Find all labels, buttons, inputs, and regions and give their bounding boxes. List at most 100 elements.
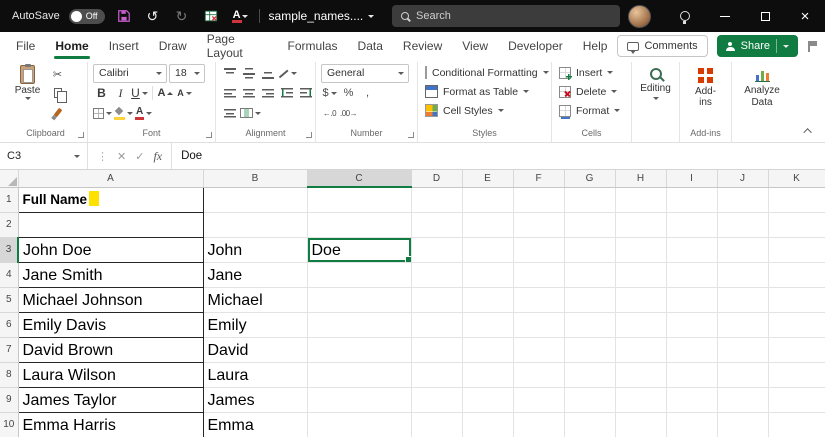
cell[interactable]	[615, 362, 667, 388]
cell[interactable]	[666, 387, 718, 413]
cell-a1[interactable]: Full Name	[17, 186, 204, 213]
cell[interactable]	[564, 337, 616, 363]
cut-button[interactable]: ✂	[49, 65, 66, 83]
fill-color-button[interactable]	[114, 104, 133, 122]
row-header-3-selected[interactable]: 3	[0, 237, 19, 263]
cell[interactable]	[462, 337, 514, 363]
cell-a5[interactable]: Michael Johnson	[17, 286, 204, 313]
insert-function-button[interactable]: fx	[153, 149, 162, 164]
name-box[interactable]: C3	[0, 143, 88, 169]
paste-button[interactable]: Paste	[9, 63, 46, 121]
analyze-data-button[interactable]: Analyze Data	[737, 63, 787, 108]
increase-font-button[interactable]: A	[157, 84, 174, 102]
col-header-i[interactable]: I	[666, 170, 718, 188]
cell[interactable]	[564, 187, 616, 213]
cell-a6[interactable]: Emily Davis	[17, 311, 204, 338]
redo-button[interactable]: ↻	[172, 5, 192, 27]
number-format-combo[interactable]: General	[321, 63, 409, 83]
cell[interactable]	[615, 312, 667, 338]
cell[interactable]	[513, 287, 565, 313]
cell[interactable]	[513, 312, 565, 338]
font-name-combo[interactable]: Calibri	[93, 63, 167, 83]
cell-a9[interactable]: James Taylor	[17, 386, 204, 413]
cell[interactable]	[666, 262, 718, 288]
align-middle-button[interactable]	[240, 64, 257, 82]
cell[interactable]	[666, 237, 718, 263]
cell[interactable]	[564, 387, 616, 413]
conditional-formatting-button[interactable]: Conditional Formatting	[423, 63, 549, 82]
cell[interactable]	[462, 362, 514, 388]
comma-style-button[interactable]: ,	[359, 84, 376, 102]
tab-home[interactable]: Home	[45, 33, 98, 60]
align-right-button[interactable]	[259, 84, 276, 102]
cell[interactable]	[564, 262, 616, 288]
cell[interactable]	[307, 187, 412, 213]
col-header-j[interactable]: J	[717, 170, 769, 188]
row-header[interactable]: 6	[0, 312, 19, 338]
cell[interactable]	[307, 312, 412, 338]
align-left-button[interactable]	[221, 84, 238, 102]
tab-view[interactable]: View	[452, 33, 498, 60]
col-header-h[interactable]: H	[615, 170, 667, 188]
cell[interactable]	[411, 212, 463, 238]
editing-button[interactable]: Editing	[637, 63, 674, 100]
col-header-b[interactable]: B	[203, 170, 308, 188]
cell[interactable]	[411, 337, 463, 363]
megaphone-icon[interactable]	[807, 40, 817, 52]
cell[interactable]	[564, 212, 616, 238]
minimize-button[interactable]	[705, 0, 745, 32]
addins-button[interactable]: Add-ins	[685, 63, 726, 108]
clipboard-dialog-launcher[interactable]	[78, 132, 84, 138]
align-bottom-button[interactable]	[259, 64, 276, 82]
cell-a2[interactable]	[17, 211, 204, 238]
row-header[interactable]: 1	[0, 187, 19, 213]
cell-a7[interactable]: David Brown	[17, 336, 204, 363]
cell[interactable]	[768, 412, 825, 437]
cell[interactable]	[615, 187, 667, 213]
cell[interactable]	[768, 262, 825, 288]
cell[interactable]	[307, 362, 412, 388]
cell[interactable]: Emily	[203, 312, 308, 338]
ribbon-collapse-button[interactable]	[802, 125, 816, 137]
cell[interactable]	[666, 362, 718, 388]
cell[interactable]	[615, 412, 667, 437]
font-color-button[interactable]: A	[135, 104, 153, 122]
cell[interactable]	[513, 337, 565, 363]
cell[interactable]	[462, 287, 514, 313]
cell[interactable]	[203, 187, 308, 213]
cell[interactable]	[717, 362, 769, 388]
cell[interactable]	[307, 262, 412, 288]
cell[interactable]	[411, 312, 463, 338]
cell-a3[interactable]: John Doe	[17, 236, 204, 263]
cell[interactable]	[615, 287, 667, 313]
tab-formulas[interactable]: Formulas	[278, 33, 348, 60]
cell-a8[interactable]: Laura Wilson	[17, 361, 204, 388]
cell[interactable]	[615, 212, 667, 238]
cell[interactable]	[307, 412, 412, 437]
cell[interactable]	[615, 237, 667, 263]
cell[interactable]	[768, 337, 825, 363]
cell[interactable]	[666, 187, 718, 213]
tab-file[interactable]: File	[6, 33, 45, 60]
close-button[interactable]: ×	[785, 0, 825, 32]
cell[interactable]	[615, 262, 667, 288]
selected-cell-c3[interactable]: Doe	[307, 237, 412, 263]
undo-button[interactable]: ↺	[143, 5, 163, 27]
cell[interactable]: Laura	[203, 362, 308, 388]
cell[interactable]	[717, 212, 769, 238]
cell-a10[interactable]: Emma Harris	[17, 411, 204, 437]
cell[interactable]	[462, 212, 514, 238]
select-all-corner[interactable]	[0, 170, 19, 188]
tab-help[interactable]: Help	[573, 33, 618, 60]
cell[interactable]	[666, 412, 718, 437]
currency-button[interactable]: $	[321, 84, 338, 102]
row-header[interactable]: 2	[0, 212, 19, 238]
cell[interactable]	[666, 212, 718, 238]
cell[interactable]	[768, 237, 825, 263]
save-button[interactable]	[114, 5, 134, 27]
number-dialog-launcher[interactable]	[408, 132, 414, 138]
cell[interactable]	[768, 187, 825, 213]
row-header[interactable]: 5	[0, 287, 19, 313]
cell[interactable]	[462, 312, 514, 338]
cell[interactable]	[717, 387, 769, 413]
